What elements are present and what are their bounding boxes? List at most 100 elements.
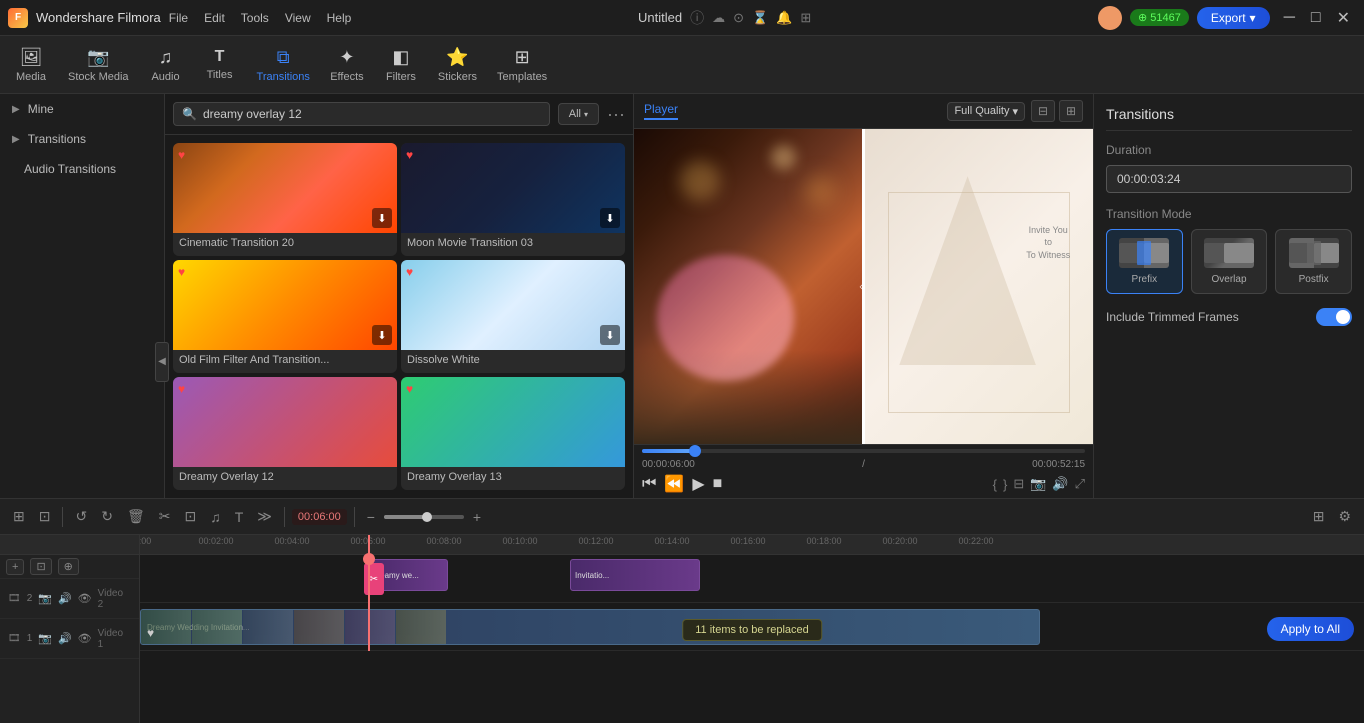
toolbar-stock[interactable]: 📷 Stock Media [58, 43, 139, 87]
mode-prefix[interactable]: Prefix [1106, 229, 1183, 294]
split-view-btn[interactable]: ⊟ [1031, 100, 1055, 122]
undo-button[interactable]: ↺ [70, 505, 92, 528]
audio2-icon: 🔊 [58, 592, 72, 605]
toolbar-audio[interactable]: ♫ Audio [139, 43, 193, 87]
search-icon: 🔍 [182, 107, 197, 121]
menu-view[interactable]: View [285, 11, 311, 25]
sidebar-item-transitions[interactable]: ▶ Transitions [0, 124, 164, 154]
export-button[interactable]: Export ▾ [1197, 7, 1270, 29]
duration-input[interactable] [1106, 165, 1352, 193]
preview-panel: Player Full Quality ▾ ⊟ ⊞ [634, 94, 1094, 498]
clip-video1-main[interactable]: Dreamy Wedding Invitation... ♥ [140, 609, 1040, 645]
ruler: 00:00 00:02:00 00:04:00 00:06:00 00:08:0… [140, 535, 1364, 555]
sidebar-item-audio-transitions[interactable]: Audio Transitions [0, 154, 164, 184]
filter-dropdown[interactable]: All ▾ [558, 103, 599, 125]
timeline-snap-btn[interactable]: ⊡ [34, 505, 56, 528]
mode-overlap[interactable]: Overlap [1191, 229, 1268, 294]
menu-file[interactable]: File [169, 11, 188, 25]
download-btn-moon[interactable]: ⬇ [600, 208, 620, 228]
zoom-slider-thumb[interactable] [422, 512, 432, 522]
transitions-label: Transitions [257, 71, 310, 83]
toolbar-titles[interactable]: T Titles [193, 44, 247, 85]
toolbar-filters[interactable]: ◧ Filters [374, 43, 428, 87]
download-btn-ct20[interactable]: ⬇ [372, 208, 392, 228]
center-panel: 🔍 All ▾ ··· ♥ ⬇ Cinematic Transition 20 [165, 94, 634, 498]
preview-controls: 00:00:06:00 / 00:00:52:15 ⏮ ⏪ ▶ ■ { } ⊟ … [634, 444, 1093, 498]
progress-bar[interactable] [642, 449, 1085, 453]
effect-card-moon[interactable]: ♥ ⬇ Moon Movie Transition 03 [401, 143, 625, 256]
apply-all-label: Apply to All [1281, 622, 1340, 636]
add-video-track-btn[interactable]: + [6, 559, 24, 575]
add-track-btn-2[interactable]: ⊡ [30, 558, 51, 575]
toolbar-effects[interactable]: ✦ Effects [320, 43, 374, 87]
audio-track-btn[interactable]: ♫ [205, 506, 226, 528]
effect-card-extra2[interactable]: ♥ Dreamy Overlay 13 [401, 377, 625, 490]
toolbar-media[interactable]: 🖼 Media [4, 43, 58, 87]
more-tl-btn[interactable]: ≫ [252, 505, 277, 528]
effects-icon: ✦ [339, 47, 354, 68]
effect-thumb-dissolve: ♥ ⬇ [401, 260, 625, 350]
effect-card-ct20[interactable]: ♥ ⬇ Cinematic Transition 20 [173, 143, 397, 256]
app-logo: F [8, 8, 28, 28]
menu-help[interactable]: Help [327, 11, 352, 25]
step-back-button[interactable]: ⏮ [642, 475, 656, 493]
minimize-button[interactable]: ─ [1278, 6, 1301, 30]
menu-edit[interactable]: Edit [204, 11, 225, 25]
effect-thumb-moon: ♥ ⬇ [401, 143, 625, 233]
titles-label: Titles [207, 69, 233, 81]
preview-view-buttons: ⊟ ⊞ [1031, 100, 1083, 122]
timeline-layout-btn[interactable]: ⊞ [8, 505, 30, 528]
text-btn[interactable]: T [230, 506, 249, 528]
app-name: Wondershare Filmora [36, 10, 161, 25]
sidebar-item-mine[interactable]: ▶ Mine [0, 94, 164, 124]
delete-button[interactable]: 🗑 [122, 505, 150, 528]
redo-button[interactable]: ↻ [96, 505, 118, 528]
toolbar-stickers[interactable]: ⭐ Stickers [428, 43, 487, 87]
fullscreen-preview-btn[interactable]: ⊞ [1059, 100, 1083, 122]
search-input[interactable] [203, 107, 541, 121]
resize-btn[interactable]: ⤢ [1075, 476, 1085, 492]
download-btn-film[interactable]: ⬇ [372, 325, 392, 345]
left-panel: ▶ Mine ▶ Transitions Audio Transitions [0, 94, 165, 498]
notification-text: 11 items to be replaced [695, 624, 809, 636]
snapshot-btn[interactable]: 📷 [1030, 476, 1046, 492]
cut-button[interactable]: ✂ [154, 505, 176, 528]
progress-bar-container [642, 449, 1085, 453]
play-button[interactable]: ▶ [692, 474, 704, 494]
mode-postfix[interactable]: Postfix [1275, 229, 1352, 294]
effect-card-extra1[interactable]: ♥ Dreamy Overlay 12 [173, 377, 397, 490]
effect-card-film[interactable]: ♥ ⬇ Old Film Filter And Transition... [173, 260, 397, 373]
copy-button[interactable]: ⊡ [179, 505, 201, 528]
panel-collapse-btn[interactable]: ◀ [155, 342, 169, 382]
tab-player[interactable]: Player [644, 102, 678, 120]
close-button[interactable]: ✕ [1331, 6, 1356, 30]
mark-out-button[interactable]: } [1003, 476, 1007, 492]
progress-thumb[interactable] [689, 445, 701, 457]
clip-trans-1[interactable]: ✂ [364, 563, 384, 595]
zoom-out-btn[interactable]: − [362, 506, 380, 528]
download-btn-dissolve[interactable]: ⬇ [600, 325, 620, 345]
stop-button[interactable]: ■ [713, 475, 723, 493]
toolbar-templates[interactable]: ⊞ Templates [487, 43, 557, 87]
timeline-grid-btn[interactable]: ⊞ [1308, 505, 1330, 528]
frame-back-button[interactable]: ⏪ [664, 474, 684, 494]
apply-all-button[interactable]: Apply to All [1267, 617, 1354, 641]
toolbar-transitions[interactable]: ⧉ Transitions [247, 43, 320, 87]
maximize-button[interactable]: □ [1305, 6, 1327, 30]
ruler-20: 00:20:00 [882, 536, 917, 546]
effect-card-dissolve[interactable]: ♥ ⬇ Dissolve White [401, 260, 625, 373]
trimmed-frames-toggle[interactable] [1316, 308, 1352, 326]
timeline-settings-btn[interactable]: ⚙ [1333, 505, 1356, 528]
add-track-btn-3[interactable]: ⊕ [58, 558, 79, 575]
quality-select[interactable]: Full Quality ▾ [947, 102, 1025, 121]
preview-header-right: Full Quality ▾ ⊟ ⊞ [947, 100, 1083, 122]
prefix-preview [1119, 238, 1169, 268]
more-button[interactable]: ··· [607, 104, 625, 125]
menu-tools[interactable]: Tools [241, 11, 269, 25]
zoom-in-btn[interactable]: + [468, 506, 486, 528]
audio-btn[interactable]: 🔊 [1052, 476, 1068, 492]
clip-video2-2[interactable]: Invitatio... [570, 559, 700, 591]
trimmed-frames-label: Include Trimmed Frames [1106, 310, 1239, 324]
mark-in-button[interactable]: { [993, 476, 997, 492]
split-screen-btn[interactable]: ⊟ [1013, 476, 1024, 492]
